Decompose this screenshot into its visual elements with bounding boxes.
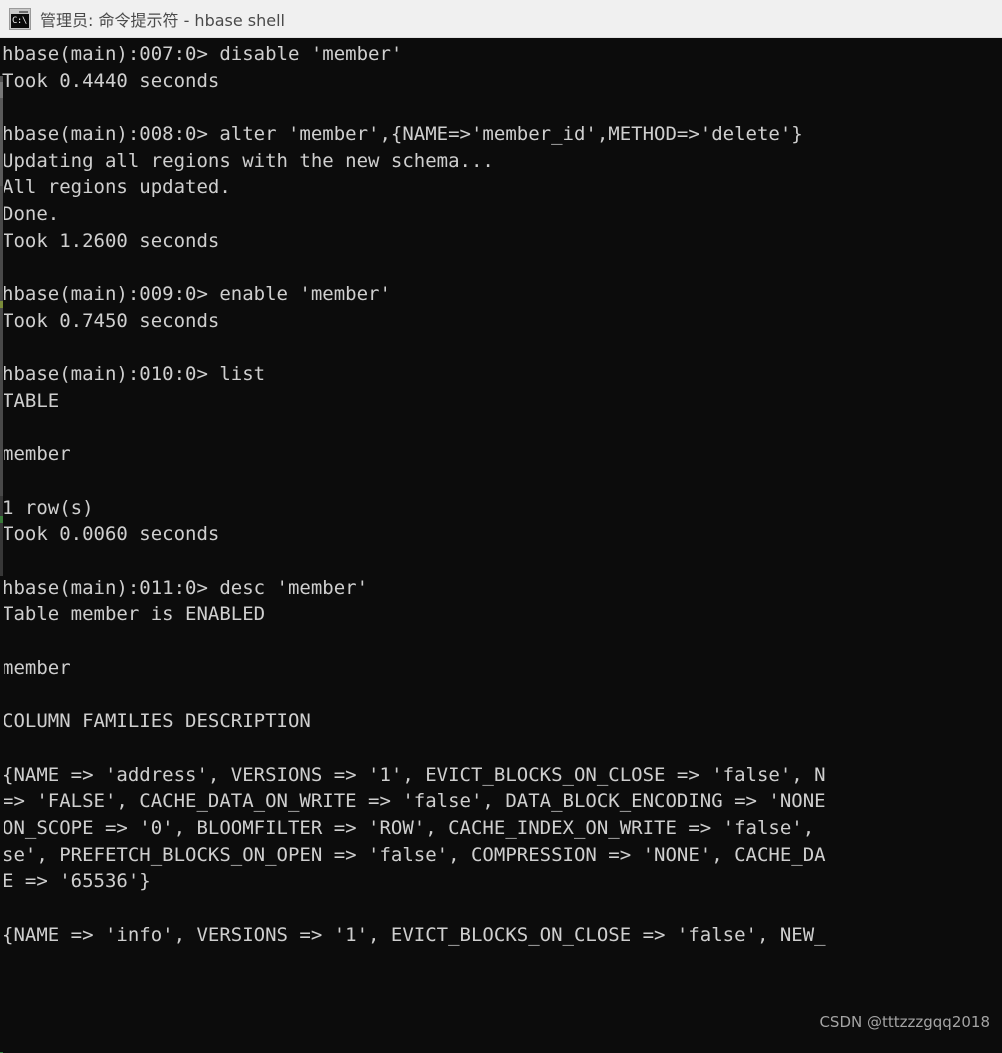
console-line: Took 0.7450 seconds — [2, 309, 220, 332]
console-line: All regions updated. — [2, 176, 231, 199]
console-line: Updating all regions with the new schema… — [2, 149, 494, 172]
console-line: hbase(main):010:0> list — [2, 363, 266, 386]
cmd-prompt-icon[interactable]: C:\ — [9, 7, 31, 30]
console-line: 1 row(s) — [2, 496, 94, 519]
console-line: se', PREFETCH_BLOCKS_ON_OPEN => 'false',… — [2, 843, 826, 866]
console-line: Took 0.4440 seconds — [2, 69, 220, 92]
console-line: Took 1.2600 seconds — [2, 229, 220, 252]
cmd-icon-glyph: C:\ — [11, 13, 29, 28]
edge-scrollbar-remnant — [0, 76, 3, 576]
window-titlebar[interactable]: C:\ 管理员: 命令提示符 - hbase shell — [0, 0, 1002, 38]
console-line: Done. — [2, 203, 60, 226]
console-line: Took 0.0060 seconds — [2, 523, 220, 546]
console-line: ON_SCOPE => '0', BLOOMFILTER => 'ROW', C… — [2, 816, 815, 839]
csdn-watermark: CSDN @tttzzzgqq2018 — [819, 1013, 990, 1031]
console-line: hbase(main):007:0> disable 'member' — [2, 43, 403, 65]
edge-marker-2 — [0, 516, 3, 523]
console-line: member — [2, 656, 71, 679]
console-line: member — [2, 443, 71, 466]
console-line: hbase(main):009:0> enable 'member' — [2, 283, 391, 306]
window-title: 管理员: 命令提示符 - hbase shell — [40, 10, 286, 30]
console-line: hbase(main):011:0> desc 'member' — [2, 576, 369, 599]
console-line: => 'FALSE', CACHE_DATA_ON_WRITE => 'fals… — [2, 790, 826, 813]
console-line: E => '65536'} — [2, 870, 151, 893]
window-left-edge-artifact — [0, 76, 4, 1053]
console-line: COLUMN FAMILIES DESCRIPTION — [2, 710, 311, 733]
edge-marker-1 — [0, 301, 3, 308]
console-line: Table member is ENABLED — [2, 603, 266, 626]
console-line: {NAME => 'address', VERSIONS => '1', EVI… — [2, 763, 826, 786]
console-text: hbase(main):007:0> disable 'member' Took … — [2, 41, 1002, 948]
console-line: TABLE — [2, 389, 60, 412]
console-line: hbase(main):008:0> alter 'member',{NAME=… — [2, 123, 803, 146]
console-line: {NAME => 'info', VERSIONS => '1', EVICT_… — [2, 923, 826, 946]
console-output-area[interactable]: hbase(main):007:0> disable 'member' Took … — [0, 38, 1002, 1053]
